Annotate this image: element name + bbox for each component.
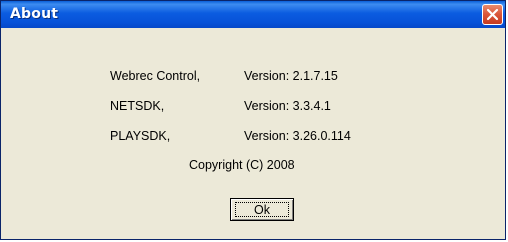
ok-button-label: Ok xyxy=(235,202,289,217)
component-version-playsdk: Version: 3.26.0.114 xyxy=(244,129,351,143)
component-name-netsdk: NETSDK, xyxy=(110,99,165,113)
component-version-netsdk: Version: 3.3.4.1 xyxy=(244,99,331,113)
close-icon xyxy=(486,8,499,21)
ok-button[interactable]: Ok xyxy=(230,198,294,221)
about-dialog: About Webrec Control, Version: 2.1.7.15 … xyxy=(0,0,506,240)
component-version-webrec: Version: 2.1.7.15 xyxy=(244,69,338,83)
copyright-text: Copyright (C) 2008 xyxy=(189,158,295,172)
close-button[interactable] xyxy=(482,4,503,25)
title-bar[interactable]: About xyxy=(1,1,505,28)
component-name-playsdk: PLAYSDK, xyxy=(110,129,171,143)
dialog-title: About xyxy=(10,6,59,22)
component-name-webrec: Webrec Control, xyxy=(110,69,201,83)
